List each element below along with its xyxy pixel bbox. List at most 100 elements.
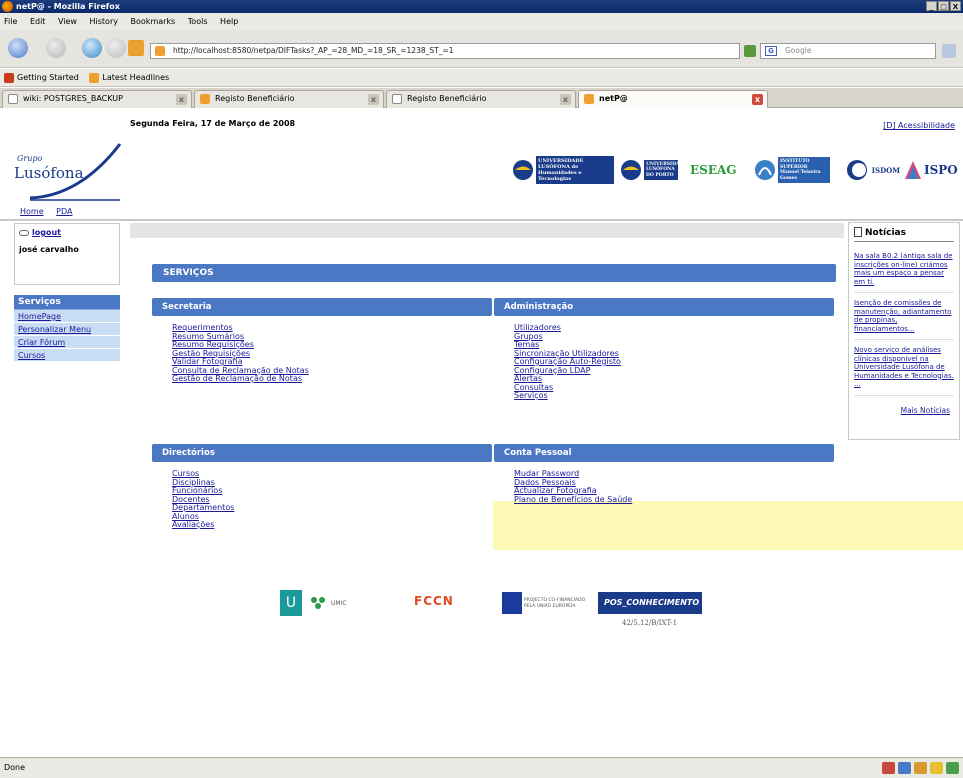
news-item[interactable]: Na sala B0.2 (antiga sala de inscrições … <box>854 252 954 293</box>
sidebar-link[interactable]: Cursos <box>18 351 45 360</box>
ulht-logo[interactable]: UNIVERSIDADE LUSÓFONA de Humanidades e T… <box>512 154 616 186</box>
tab-label: wiki: POSTGRES_BACKUP <box>23 94 123 103</box>
news-link[interactable]: Na sala B0.2 (antiga sala de inscrições … <box>854 252 953 286</box>
sidebar-item-homepage[interactable]: HomePage <box>14 310 120 323</box>
link-plano-beneficios[interactable]: Plano de Benefícios de Saúde <box>514 495 632 504</box>
search-input[interactable]: G Google <box>760 43 936 59</box>
tab-registo-1[interactable]: Registo Beneficiário x <box>194 90 384 108</box>
url-bar[interactable]: http://localhost:8580/netpa/DIFTasks?_AP… <box>150 43 740 59</box>
news-item[interactable]: Novo serviço de análises clínicas dispon… <box>854 346 954 396</box>
link-avaliacoes[interactable]: Avaliações <box>172 520 214 529</box>
link-gestao-reclamacao[interactable]: Gestão de Reclamação de Notas <box>172 374 302 383</box>
tab-registo-2[interactable]: Registo Beneficiário x <box>386 90 576 108</box>
home-icon[interactable] <box>128 40 144 56</box>
firebug-icon[interactable] <box>914 762 927 774</box>
bookmark-label: Getting Started <box>17 73 79 82</box>
section-title: Secretaria <box>152 298 492 316</box>
grid-icon[interactable] <box>898 762 911 774</box>
ulp-text: UNIVERSIDADE LUSÓFONA DO PORTO <box>644 159 687 181</box>
ismt-emblem-icon <box>755 160 775 180</box>
page-content: Segunda Feira, 17 de Março de 2008 [D] A… <box>0 109 963 757</box>
bookmark-latest-headlines[interactable]: Latest Headlines <box>89 69 169 87</box>
stop-icon[interactable] <box>106 38 126 58</box>
wiki-icon <box>8 94 18 104</box>
close-tab-icon[interactable]: x <box>368 94 379 105</box>
logout-link[interactable]: logout <box>32 228 61 237</box>
addon-icon[interactable] <box>882 762 895 774</box>
link-servicos[interactable]: Serviços <box>514 391 548 400</box>
close-tab-icon[interactable]: x <box>176 94 187 105</box>
umic-emblem-icon <box>311 597 325 609</box>
bookmark-icon <box>4 72 14 83</box>
section-conta-pessoal: Conta Pessoal Mudar Password Dados Pesso… <box>494 444 834 504</box>
close-tab-icon[interactable]: x <box>752 94 763 105</box>
home-link[interactable]: Home <box>20 207 44 216</box>
warning-icon[interactable] <box>930 762 943 774</box>
menu-view[interactable]: View <box>58 17 77 26</box>
services-header: SERVIÇOS <box>152 264 836 282</box>
eseag-text: ESEAG <box>690 163 737 177</box>
close-tab-icon[interactable]: x <box>560 94 571 105</box>
status-bar: Done <box>0 757 963 778</box>
news-link[interactable]: Novo serviço de análises clínicas dispon… <box>854 346 954 388</box>
services-menu-title: Serviços <box>14 295 120 310</box>
back-arrow-icon[interactable] <box>8 38 28 58</box>
menu-bar: File Edit View History Bookmarks Tools H… <box>0 13 963 30</box>
ulp-logo[interactable]: UNIVERSIDADE LUSÓFONA DO PORTO <box>620 154 687 186</box>
pos-conhecimento-logo: POS_CONHECIMENTO <box>598 592 702 614</box>
status-text: Done <box>4 763 26 772</box>
news-title: Notícias <box>854 227 954 242</box>
search-placeholder: Google <box>785 46 812 55</box>
menu-edit[interactable]: Edit <box>30 17 46 26</box>
pda-link[interactable]: PDA <box>56 207 72 216</box>
bookmark-label: Latest Headlines <box>102 73 170 82</box>
news-item[interactable]: Isenção de comissões de manutenção, adia… <box>854 299 954 340</box>
menu-history[interactable]: History <box>90 17 118 26</box>
accessibility-link-text[interactable]: [D] Acessibilidade <box>883 121 955 130</box>
isdom-logo[interactable]: ISDOM <box>846 154 900 186</box>
tab-netpa[interactable]: netP@ x <box>578 90 768 108</box>
minimize-button[interactable]: _ <box>926 1 937 11</box>
sidebar-item-cursos[interactable]: Cursos <box>14 349 120 362</box>
eu-cofinanced-text: PROJECTO CO-FINANCIADO PELA UNIÃO EUROPE… <box>524 598 586 609</box>
tab-wiki[interactable]: wiki: POSTGRES_BACKUP x <box>2 90 192 108</box>
sidebar-item-criar-forum[interactable]: Criar Fórum <box>14 336 120 349</box>
logo-name-text: Lusófona <box>14 164 84 182</box>
grupo-lusofona-logo[interactable]: Grupo Lusófona <box>10 134 122 206</box>
sidebar-item-personalizar-menu[interactable]: Personalizar Menu <box>14 323 120 336</box>
maximize-button[interactable]: □ <box>938 1 949 11</box>
more-news[interactable]: Mais Notícias <box>854 406 954 415</box>
eu-flag-icon <box>502 592 522 614</box>
more-news-link[interactable]: Mais Notícias <box>901 406 950 415</box>
rss-icon <box>89 72 100 83</box>
ok-status-icon[interactable] <box>946 762 959 774</box>
ismt-logo[interactable]: INSTITUTO SUPERIOR Manuel Teixeira Gomes <box>754 154 834 186</box>
menu-help[interactable]: Help <box>220 17 238 26</box>
menu-bookmarks[interactable]: Bookmarks <box>131 17 176 26</box>
sidebar-link[interactable]: HomePage <box>18 312 61 321</box>
secretaria-links: Requerimentos Resumo Sumários Resumo Req… <box>152 323 492 384</box>
sidebar-link[interactable]: Personalizar Menu <box>18 325 91 334</box>
reload-icon[interactable] <box>82 38 102 58</box>
close-window-button[interactable]: X <box>950 1 961 11</box>
ispo-logo[interactable]: ISPO <box>904 154 958 186</box>
page-icon <box>200 94 210 104</box>
forward-arrow-icon[interactable] <box>46 38 66 58</box>
search-icon[interactable] <box>942 44 956 58</box>
center-top-bar <box>130 223 844 238</box>
logo-grupo-text: Grupo <box>17 154 43 163</box>
bookmark-getting-started[interactable]: Getting Started <box>4 69 79 87</box>
google-icon: G <box>765 46 777 56</box>
ulht-text: UNIVERSIDADE LUSÓFONA de Humanidades e T… <box>536 156 614 184</box>
menu-file[interactable]: File <box>4 17 17 26</box>
firefox-icon <box>2 1 13 12</box>
go-arrow-icon[interactable] <box>744 45 756 57</box>
header-divider <box>0 219 963 221</box>
sidebar-link[interactable]: Criar Fórum <box>18 338 65 347</box>
menu-tools[interactable]: Tools <box>188 17 208 26</box>
news-link[interactable]: Isenção de comissões de manutenção, adia… <box>854 299 951 333</box>
eseag-logo[interactable]: ESEAG <box>690 154 748 186</box>
u-logo-icon: U <box>280 590 302 616</box>
tab-bar: wiki: POSTGRES_BACKUP x Registo Benefici… <box>0 88 963 108</box>
accessibility-link[interactable]: [D] Acessibilidade <box>883 121 955 130</box>
